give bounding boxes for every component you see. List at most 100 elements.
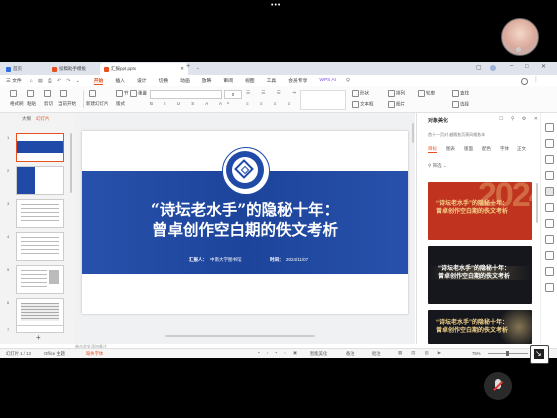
slide-thumbnail-3[interactable]	[16, 199, 64, 228]
font-size-box[interactable]: 0	[224, 90, 242, 99]
layout-button[interactable]: 节	[116, 90, 129, 97]
font-format-icons[interactable]: B I U S A Aᵃ	[150, 101, 234, 106]
ribbon-tab-home[interactable]: 开始	[93, 77, 104, 85]
panel-tab-color[interactable]: 配色	[482, 146, 491, 152]
current-slide-button[interactable]	[60, 90, 68, 97]
panel-scrollbar[interactable]	[536, 183, 538, 223]
smart-beautify[interactable]: 智能美化	[310, 351, 327, 357]
slide-thumbnail-2[interactable]	[16, 166, 64, 195]
wps-ai-button[interactable]: WPS AI	[319, 78, 336, 83]
university-logo	[222, 147, 270, 195]
slide-thumbnail-4[interactable]	[16, 232, 64, 261]
ribbon-tab-design[interactable]: 设计	[137, 77, 147, 84]
shape-outline-button[interactable]: 轮廓	[418, 90, 435, 97]
textbox-button[interactable]: 形状	[352, 90, 369, 97]
missing-font[interactable]: 缺失字体	[86, 351, 103, 357]
more-icon[interactable]: ⋮	[533, 76, 539, 83]
new-slide-button[interactable]	[89, 90, 97, 97]
slide-thumbnail-6[interactable]	[16, 298, 64, 327]
shape-gallery[interactable]	[300, 90, 346, 110]
panel-tab-body[interactable]: 正文	[517, 146, 526, 152]
thumbnail-scrollbar[interactable]	[70, 133, 72, 193]
close-icon[interactable]: ✕	[180, 66, 184, 72]
theme-name[interactable]: Office 主题	[44, 351, 65, 357]
sidebar-tool-icon[interactable]	[545, 139, 554, 148]
panel-tab-layout[interactable]: 版面	[464, 146, 473, 152]
ribbon-tab-insert[interactable]: 插入	[115, 77, 125, 84]
zoom-slider-thumb[interactable]	[506, 351, 509, 356]
ribbon-tab-view[interactable]: 视图	[245, 77, 255, 84]
template-card-3[interactable]: “诗坛老水手”的隐秘十年： 曾卓创作空白期的佚文考析	[428, 310, 532, 344]
view-mode-icons[interactable]: ▪ ▫ ▪ ▫ ▣	[258, 350, 300, 356]
layout-label: 版式	[116, 101, 125, 106]
add-slide-button[interactable]: +	[36, 333, 41, 342]
ribbon-tab-slideshow[interactable]: 放映	[202, 77, 212, 84]
ribbon-tab-tools[interactable]: 工具	[267, 77, 277, 84]
quick-access-icons[interactable]: ⌂ ▤ ⎙ ↶ ↷ ⌄	[30, 78, 82, 84]
ribbon-tab-membership[interactable]: 会员专享	[288, 77, 307, 84]
sidebar-tool-icon[interactable]	[545, 219, 554, 228]
ribbon-tab-review[interactable]: 审阅	[223, 77, 233, 84]
presenter-value: 中南大学图书馆	[210, 257, 242, 262]
panel-header-icons[interactable]: ☐ ⚲ ⚙ ✕	[499, 116, 541, 122]
file-menu[interactable]: 三 文件	[6, 77, 22, 84]
reset-button[interactable]: 重置	[130, 90, 147, 97]
new-tab-button[interactable]: +	[186, 63, 190, 70]
sidebar-tool-icon[interactable]	[545, 267, 554, 276]
filter-button[interactable]: ⚲ 筛选 ⌄	[428, 163, 447, 169]
panel-tab-chart[interactable]: 图表	[446, 146, 455, 152]
slide-thumbnail-7[interactable]	[16, 325, 64, 333]
tab-current-document[interactable]: 汇报ppt.pptx ✕	[100, 63, 188, 75]
panel-tab-outline[interactable]: 大纲	[22, 116, 31, 122]
zoom-level[interactable]: 75%	[472, 351, 481, 356]
minimize-button[interactable]: –	[510, 63, 513, 69]
user-avatar[interactable]	[490, 65, 496, 71]
panel-tab-font[interactable]: 字体	[500, 146, 509, 152]
horizontal-scrollbar[interactable]	[165, 335, 315, 337]
sidebar-tool-icon[interactable]	[545, 123, 554, 132]
arrange-button[interactable]: 排列	[388, 90, 405, 97]
more-options-dots[interactable]: •••	[271, 2, 281, 9]
picture-button[interactable]: 图片	[388, 101, 405, 108]
microphone-button[interactable]	[484, 372, 512, 400]
sidebar-tool-icon[interactable]	[545, 203, 554, 212]
sidebar-tool-icon[interactable]	[545, 251, 554, 260]
sidebar-tool-icon[interactable]	[545, 283, 554, 292]
close-window-button[interactable]: ✕	[541, 63, 546, 70]
window-layout-icon[interactable]: ▢	[476, 64, 482, 71]
font-name-box[interactable]	[150, 90, 222, 99]
comments-toggle[interactable]: 批注	[372, 351, 381, 357]
template-card-1[interactable]: 2024 “诗坛老水手”的隐秘十年： 曾卓创作空白期的佚文考析	[428, 182, 532, 240]
panel-tab-target[interactable]: 目标	[428, 146, 437, 153]
slide-thumbnail-1[interactable]	[16, 133, 64, 162]
share-icon[interactable]	[521, 78, 528, 85]
notes-toggle[interactable]: 备注	[346, 351, 355, 357]
align-icons[interactable]: ≡ ≡ ≡ ≡	[246, 101, 295, 106]
paste-button[interactable]	[27, 90, 35, 97]
select-button[interactable]: 选择	[452, 101, 469, 108]
format-painter-button[interactable]	[10, 90, 18, 97]
expand-screen-button[interactable]: ↘	[530, 345, 549, 364]
sidebar-tool-icon[interactable]	[545, 235, 554, 244]
template-card-2[interactable]: “诗坛老水手”的隐秘十年： 曾卓创作空白期的佚文考析	[428, 246, 532, 304]
current-slide[interactable]: “诗坛老水手”的隐秘十年： 曾卓创作空白期的佚文考析 汇报人： 中南大学图书馆 …	[82, 131, 408, 314]
find-button[interactable]: 查找	[452, 90, 469, 97]
paragraph-icons[interactable]: ☰ ☰ ☰ ⇥	[246, 90, 301, 96]
cut-button[interactable]	[44, 90, 52, 97]
sidebar-tool-icon[interactable]	[545, 171, 554, 180]
tab-template[interactable]: 投稿助手模板	[52, 63, 86, 75]
ribbon-tab-animation[interactable]: 动画	[180, 77, 190, 84]
vertical-scrollbar[interactable]	[412, 123, 414, 143]
sidebar-beautify-icon[interactable]	[545, 187, 554, 196]
textbox-label[interactable]: 文本框	[352, 101, 374, 108]
search-icon[interactable]: Q	[346, 78, 350, 83]
maximize-button[interactable]: □	[525, 64, 529, 70]
panel-tab-slides[interactable]: 幻灯片	[36, 116, 50, 122]
ribbon-tab-transition[interactable]: 切换	[159, 77, 169, 84]
slide-number: 2	[7, 168, 10, 173]
sidebar-tool-icon[interactable]	[545, 155, 554, 164]
view-icons[interactable]: ▦ ▤ ▥ ▶	[398, 350, 445, 356]
tab-dropdown-icon[interactable]: ⌄	[196, 65, 200, 71]
slide-thumbnail-5[interactable]	[16, 265, 64, 294]
tab-home[interactable]: 首页	[6, 63, 22, 75]
